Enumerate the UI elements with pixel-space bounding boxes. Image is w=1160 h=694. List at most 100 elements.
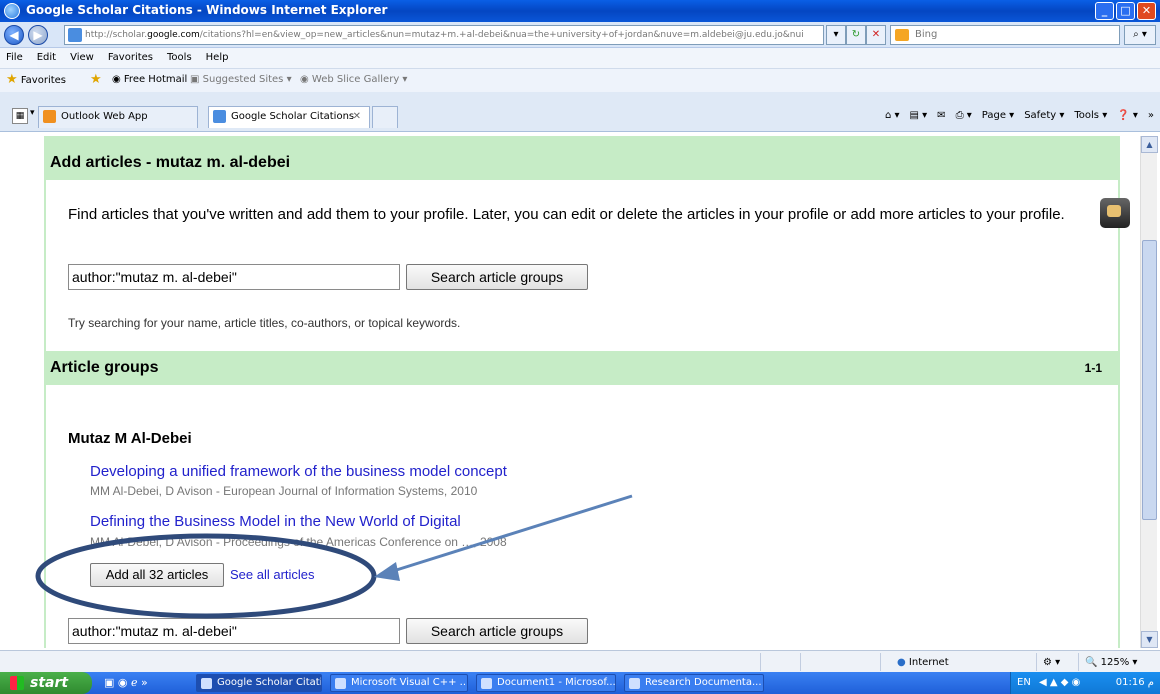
fav-suggested-sites[interactable]: ▣ Suggested Sites ▾: [190, 69, 292, 91]
menu-edit[interactable]: Edit: [37, 48, 56, 68]
scholar-icon: [213, 110, 226, 123]
task-visual-cpp[interactable]: Microsoft Visual C++ ...: [330, 674, 468, 692]
ie-icon: [4, 3, 20, 19]
ie-icon: [201, 678, 212, 689]
vcpp-icon: [335, 678, 346, 689]
task-google-scholar[interactable]: Google Scholar Citati...: [196, 674, 322, 692]
task-label: Research Documenta...: [645, 677, 762, 688]
favorites-bar: ★ Favorites ★ ◉ Free Hotmail ▣ Suggested…: [0, 68, 1160, 92]
star-icon: ★: [6, 72, 18, 87]
fav-label: Free Hotmail: [123, 74, 188, 85]
forward-button[interactable]: ▶: [28, 25, 48, 45]
task-label: Document1 - Microsof...: [497, 677, 616, 688]
home-icon[interactable]: ⌂ ▾: [885, 106, 900, 126]
help-icon[interactable]: ❓ ▾: [1117, 106, 1138, 126]
window-controls: _ □ ✕: [1095, 2, 1156, 20]
scroll-thumb[interactable]: [1142, 240, 1157, 520]
favorites-button[interactable]: ★ Favorites: [6, 69, 66, 92]
tray-icons[interactable]: ◀ ▲ ◆ ◉: [1039, 672, 1080, 694]
stop-icon[interactable]: ✕: [866, 25, 886, 45]
feeds-icon[interactable]: ▤ ▾: [910, 106, 928, 126]
word-icon: [629, 678, 640, 689]
favorites-label: Favorites: [20, 75, 67, 86]
command-bar: ⌂ ▾ ▤ ▾ ✉ ⎙ ▾ Page ▾ Safety ▾ Tools ▾ ❓ …: [885, 106, 1154, 126]
menu-help[interactable]: Help: [206, 48, 229, 68]
zoom-level: 125%: [1100, 657, 1130, 668]
clock: 01:16 م: [1115, 677, 1154, 688]
fav-web-slice-gallery[interactable]: ◉ Web Slice Gallery ▾: [300, 69, 407, 91]
zoom-control[interactable]: 🔍 125% ▾: [1078, 653, 1158, 671]
task-label: Google Scholar Citati...: [217, 677, 322, 688]
bing-icon: [895, 29, 909, 41]
highlight-ellipse: [35, 533, 377, 619]
language-indicator[interactable]: EN: [1017, 672, 1031, 694]
task-research-documenta[interactable]: Research Documenta...: [624, 674, 764, 692]
page-menu[interactable]: Page ▾: [982, 106, 1014, 126]
quick-launch[interactable]: ▣ ◉ ℯ »: [104, 676, 148, 689]
add-favorite-icon[interactable]: ★: [90, 69, 102, 92]
protected-mode-icon[interactable]: ⚙ ▾: [1036, 653, 1076, 671]
back-button[interactable]: ◀: [4, 25, 24, 45]
pointer-arrow-head: [374, 562, 400, 581]
menu-favorites[interactable]: Favorites: [108, 48, 153, 68]
tab-list-dropdown[interactable]: ▾: [30, 108, 35, 118]
tab-outlook[interactable]: Outlook Web App: [38, 106, 198, 128]
fav-free-hotmail[interactable]: ◉ Free Hotmail: [112, 69, 187, 91]
task-document1[interactable]: Document1 - Microsof...: [476, 674, 616, 692]
more-chevron-icon[interactable]: »: [1148, 106, 1154, 126]
status-divider: [800, 653, 801, 671]
refresh-icon[interactable]: ↻: [846, 25, 866, 45]
security-zone: ● Internet: [880, 653, 1030, 671]
tab-label: Google Scholar Citations: [231, 111, 355, 122]
windows-flag-icon: [10, 676, 24, 690]
scroll-down-arrow[interactable]: ▼: [1141, 631, 1158, 648]
mail-icon[interactable]: ✉: [937, 106, 945, 126]
page-content: Add articles - mutaz m. al-debei Find ar…: [10, 136, 1140, 648]
menu-bar: File Edit View Favorites Tools Help: [0, 48, 1160, 68]
pointer-arrow-line: [389, 494, 633, 574]
maximize-button[interactable]: □: [1116, 2, 1135, 20]
outlook-icon: [43, 110, 56, 123]
minimize-button[interactable]: _: [1095, 2, 1114, 20]
address-bar[interactable]: http://scholar.google.com/citations?hl=e…: [64, 25, 824, 45]
site-favicon: [68, 28, 82, 42]
status-divider: [760, 653, 761, 671]
url-prefix: http://scholar.: [85, 30, 148, 40]
quick-tabs-icon[interactable]: ▦: [12, 108, 28, 124]
safety-menu[interactable]: Safety ▾: [1024, 106, 1064, 126]
search-go-button[interactable]: ⌕ ▾: [1124, 25, 1156, 45]
menu-tools[interactable]: Tools: [167, 48, 192, 68]
start-button[interactable]: start: [0, 672, 92, 694]
address-toolbar: ◀ ▶ http://scholar.google.com/citations?…: [0, 22, 1160, 48]
tab-google-scholar[interactable]: Google Scholar Citations ✕: [208, 106, 370, 128]
tab-bar: ▦ ▾ Outlook Web App Google Scholar Citat…: [0, 92, 1160, 132]
menu-view[interactable]: View: [70, 48, 94, 68]
annotation-overlay: [35, 494, 633, 619]
print-icon[interactable]: ⎙ ▾: [956, 106, 972, 126]
fav-label: Suggested Sites ▾: [202, 74, 292, 85]
url-path: /citations?hl=en&view_op=new_articles&nu…: [199, 30, 804, 40]
search-input[interactable]: Bing: [890, 25, 1120, 45]
fav-label: Web Slice Gallery ▾: [311, 74, 408, 85]
menu-file[interactable]: File: [6, 48, 23, 68]
zoom-icon: 🔍: [1085, 657, 1098, 668]
close-button[interactable]: ✕: [1137, 2, 1156, 20]
start-label: start: [30, 675, 69, 691]
tab-label: Outlook Web App: [61, 111, 148, 122]
tools-menu[interactable]: Tools ▾: [1074, 106, 1107, 126]
address-dropdown-button[interactable]: ▾: [826, 25, 846, 45]
new-tab-button[interactable]: [372, 106, 398, 128]
scroll-up-arrow[interactable]: ▲: [1141, 136, 1158, 153]
vertical-scrollbar[interactable]: ▲ ▼: [1140, 136, 1158, 648]
tab-close-icon[interactable]: ✕: [353, 107, 361, 127]
word-icon: [481, 678, 492, 689]
window-titlebar: Google Scholar Citations - Windows Inter…: [0, 0, 1160, 22]
url-domain: google.com: [147, 30, 200, 40]
window-title: Google Scholar Citations - Windows Inter…: [26, 3, 388, 17]
globe-icon: ●: [897, 657, 906, 668]
status-bar: ● Internet ⚙ ▾ 🔍 125% ▾: [0, 650, 1160, 672]
taskbar: start ▣ ◉ ℯ » Google Scholar Citati... M…: [0, 672, 1160, 694]
zone-label: Internet: [908, 657, 949, 668]
search-placeholder: Bing: [915, 29, 938, 40]
task-label: Microsoft Visual C++ ...: [351, 677, 468, 688]
